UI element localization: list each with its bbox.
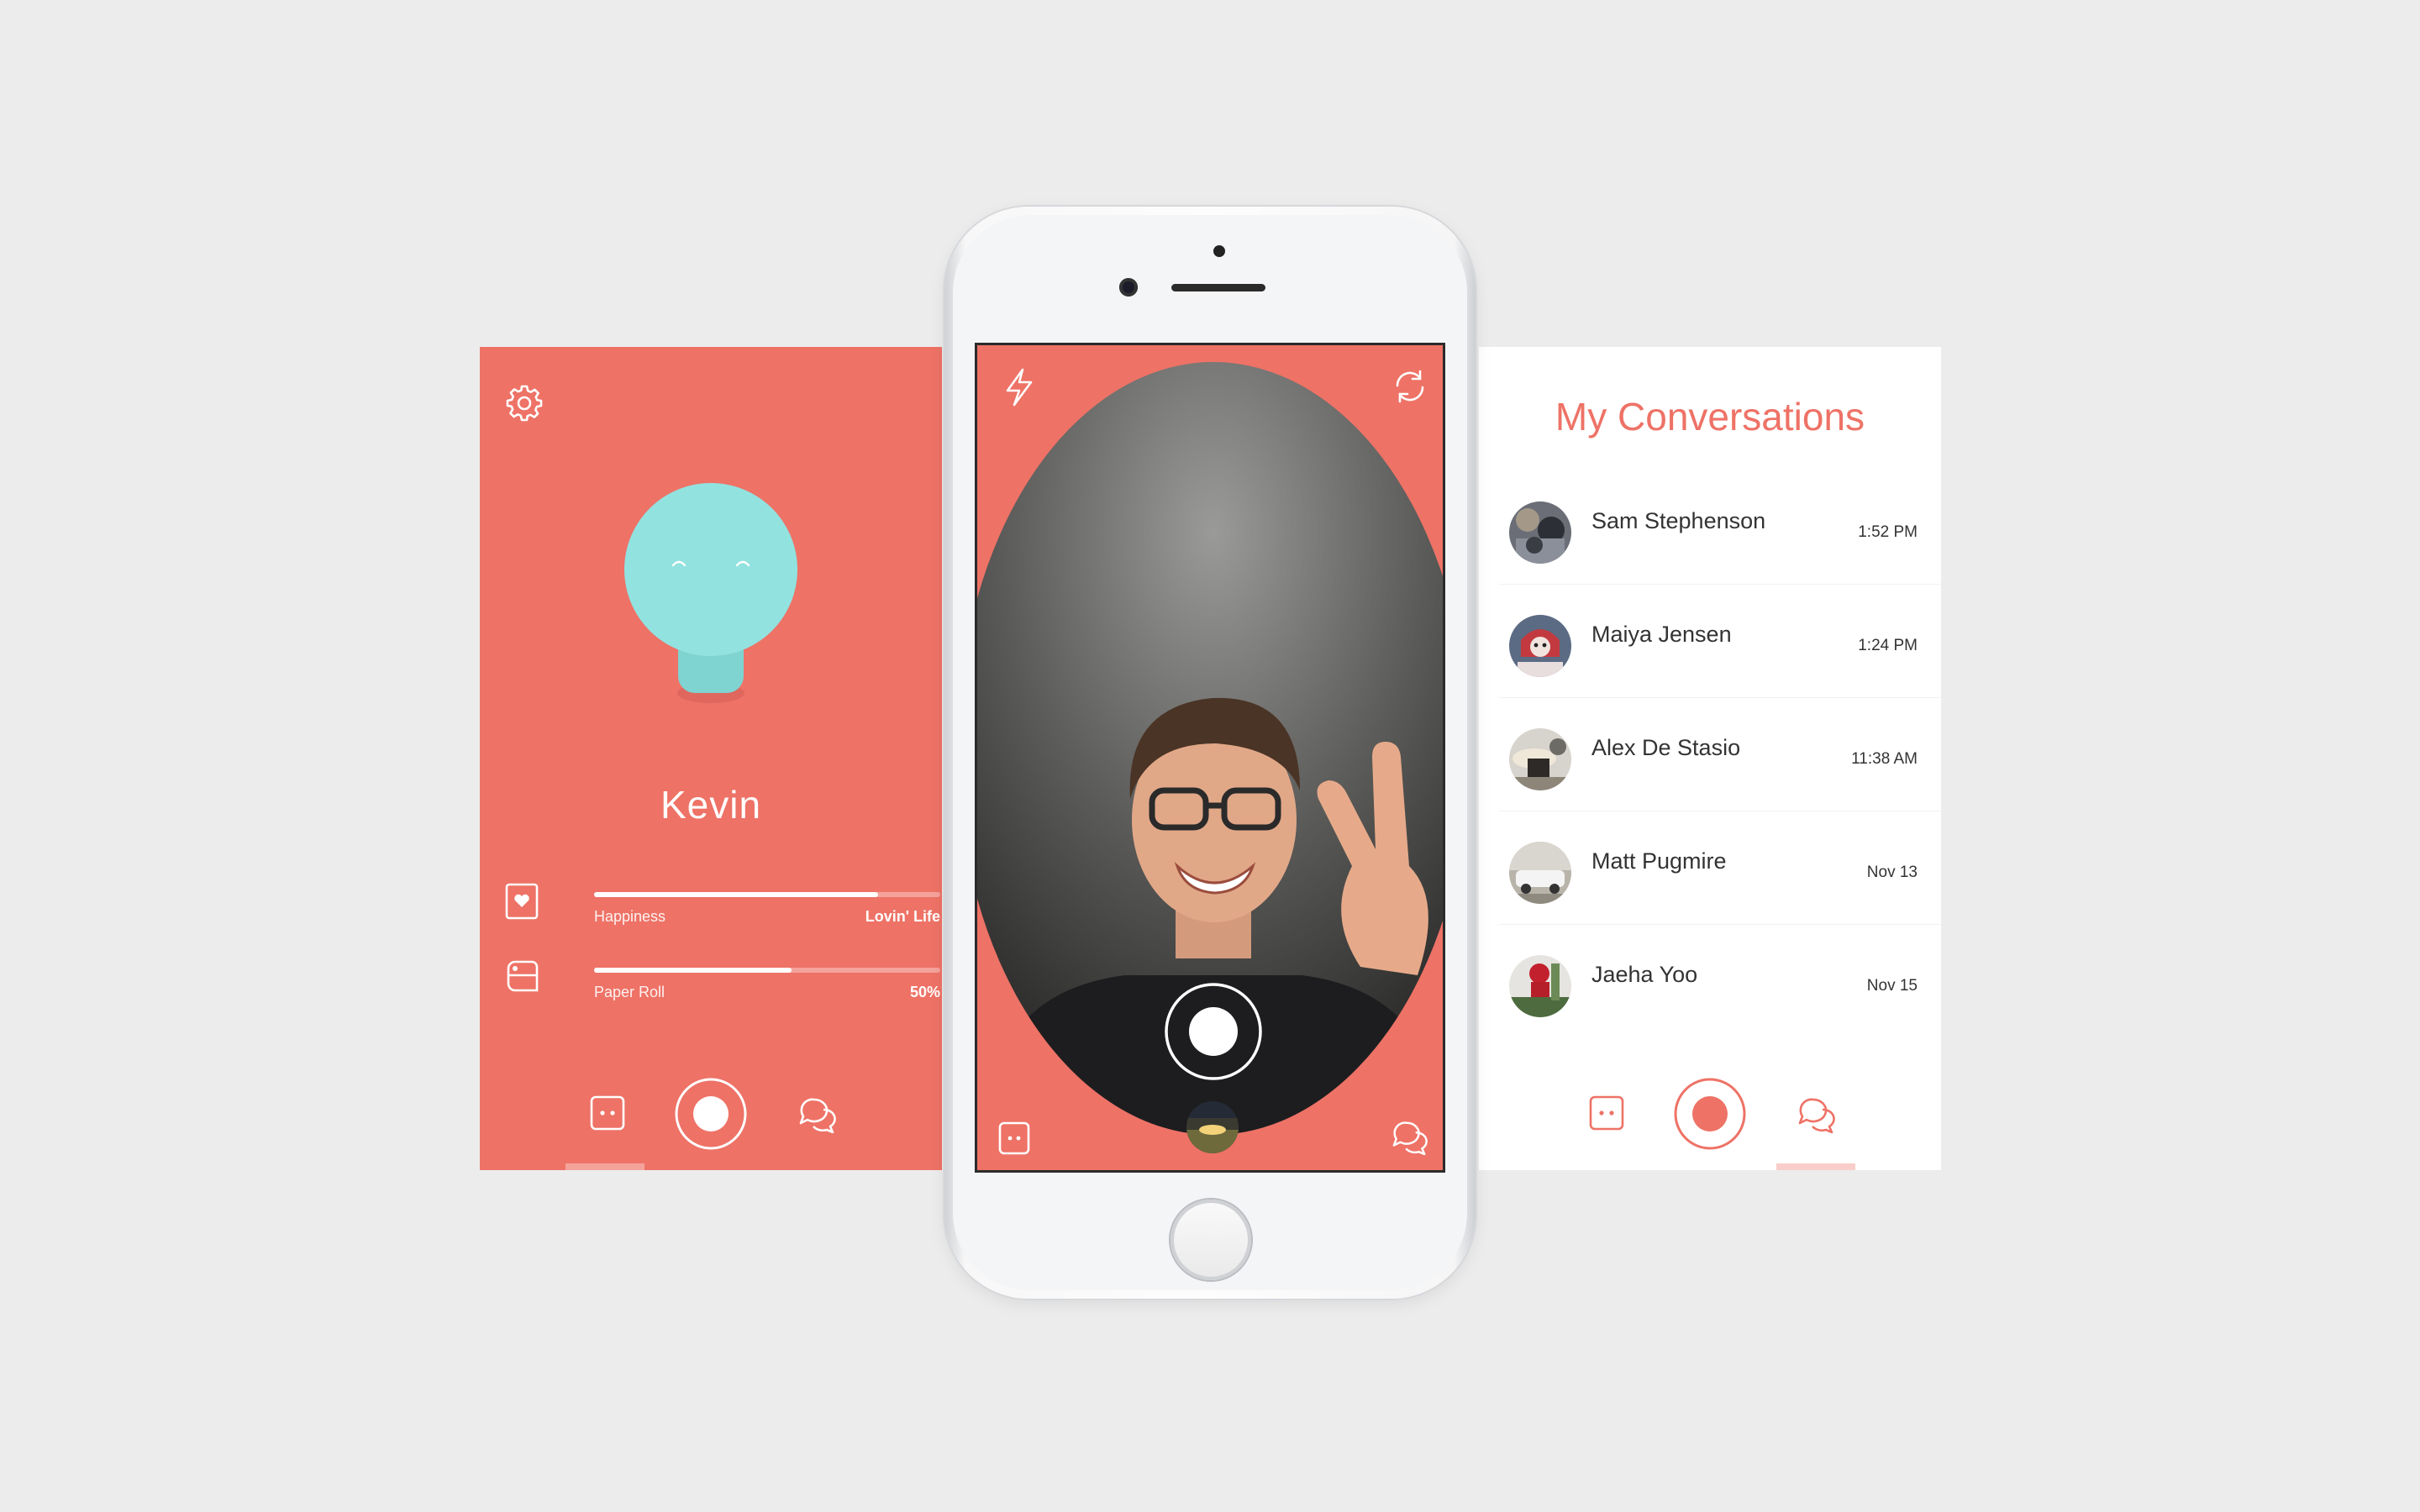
happiness-value: Lovin' Life (865, 908, 940, 925)
avatar (1509, 955, 1571, 1017)
happiness-stat: Happiness Lovin' Life (505, 883, 940, 933)
conversation-time: 11:38 AM (1851, 750, 1918, 768)
earpiece-speaker (1171, 284, 1265, 291)
proximity-sensor (1213, 245, 1225, 257)
chat-bubbles-icon[interactable] (1797, 1095, 1837, 1133)
camera-shutter-icon[interactable] (674, 1077, 748, 1151)
conversation-list: Sam Stephenson 1:52 PM Maiya Jensen 1:24… (1479, 471, 1941, 1038)
paper-roll-icon (507, 960, 539, 992)
flash-icon[interactable] (1002, 367, 1036, 407)
conversation-time: 1:52 PM (1858, 523, 1918, 541)
avatar (1509, 501, 1571, 564)
conversation-row[interactable]: Sam Stephenson 1:52 PM (1499, 471, 1941, 585)
home-button[interactable] (1171, 1200, 1251, 1280)
paper-roll-bar-fill (594, 968, 792, 973)
pet-face-icon[interactable] (997, 1120, 1031, 1157)
shutter-button-icon[interactable] (1164, 982, 1263, 1081)
tab-bar (480, 1069, 942, 1153)
paper-roll-value: 50% (909, 984, 940, 1000)
avatar (1509, 615, 1571, 677)
active-tab-indicator (1776, 1163, 1855, 1170)
pet-face-icon[interactable] (589, 1095, 626, 1131)
conversation-row[interactable]: Jaeha Yoo Nov 15 (1499, 925, 1941, 1038)
pet-avatar[interactable] (623, 483, 799, 710)
conversations-screen: My Conversations Sam Stephenson 1:52 PM … (1479, 347, 1941, 1170)
camera-screen (975, 343, 1445, 1173)
happiness-bar (594, 892, 940, 897)
conversation-name: Sam Stephenson (1591, 508, 1766, 533)
conversations-title: My Conversations (1555, 395, 1865, 438)
paper-roll-bar (594, 968, 940, 973)
pet-name: Kevin (660, 783, 762, 827)
last-photo-thumbnail[interactable] (1186, 1101, 1239, 1153)
gear-icon[interactable] (505, 384, 544, 423)
tab-bar (1479, 1069, 1941, 1153)
conversation-name: Matt Pugmire (1591, 848, 1727, 874)
conversation-time: Nov 13 (1866, 864, 1918, 881)
flip-camera-icon[interactable] (1391, 367, 1429, 406)
happiness-label: Happiness (594, 908, 666, 925)
conversation-row[interactable]: Alex De Stasio 11:38 AM (1499, 698, 1941, 811)
conversation-name: Alex De Stasio (1591, 735, 1741, 760)
conversation-name: Maiya Jensen (1591, 622, 1732, 647)
avatar (1509, 728, 1571, 790)
pet-face-icon[interactable] (1588, 1095, 1625, 1131)
conversation-row[interactable]: Matt Pugmire Nov 13 (1499, 811, 1941, 925)
front-camera-lens (1119, 278, 1138, 297)
camera-shutter-icon[interactable] (1673, 1077, 1747, 1151)
chat-bubbles-icon[interactable] (1391, 1118, 1429, 1155)
conversation-time: Nov 15 (1866, 977, 1918, 995)
active-tab-indicator (566, 1163, 644, 1170)
conversation-name: Jaeha Yoo (1591, 962, 1698, 987)
paper-roll-label: Paper Roll (594, 984, 666, 1000)
conversation-time: 1:24 PM (1858, 637, 1918, 654)
chat-bubbles-icon[interactable] (797, 1095, 838, 1133)
paper-roll-stat: Paper Roll 50% (505, 958, 940, 1009)
conversation-row[interactable]: Maiya Jensen 1:24 PM (1499, 585, 1941, 698)
heart-icon (505, 883, 539, 920)
avatar (1509, 842, 1571, 904)
happiness-bar-fill (594, 892, 878, 897)
pet-screen: Kevin Happiness Lovin' Life Paper Roll 5… (480, 347, 942, 1170)
